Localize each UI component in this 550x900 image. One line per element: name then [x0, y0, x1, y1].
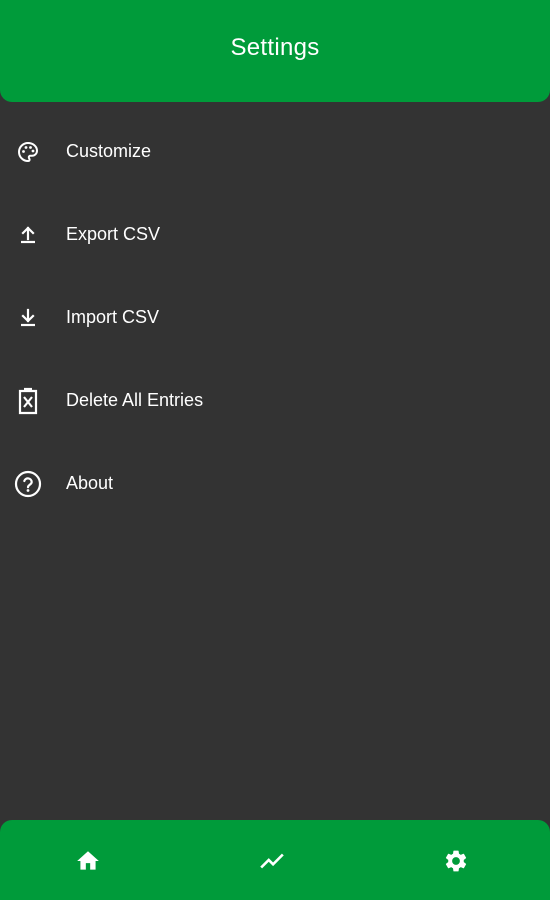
settings-screen: Settings Customize Export CSV Import CSV… [0, 0, 550, 900]
import-csv-item[interactable]: Import CSV [0, 276, 550, 359]
delete-all-entries-label: Delete All Entries [66, 390, 204, 410]
settings-menu: Customize Export CSV Import CSV Delete A… [0, 110, 550, 525]
upload-icon [14, 221, 42, 249]
palette-icon [14, 138, 42, 166]
settings-nav-button[interactable] [443, 848, 469, 874]
download-icon [14, 304, 42, 332]
home-nav-button[interactable] [75, 848, 101, 874]
customize-label: Customize [66, 141, 152, 161]
page-title: Settings [230, 34, 320, 61]
trending-up-icon [260, 853, 284, 869]
export-csv-label: Export CSV [66, 224, 161, 244]
trends-nav-button[interactable] [259, 848, 285, 874]
app-bar: Settings [0, 0, 550, 102]
help-circle-icon [14, 470, 42, 498]
bottom-navigation [0, 820, 550, 900]
home-icon [77, 851, 99, 870]
about-label: About [66, 473, 114, 493]
delete-document-icon [14, 387, 42, 415]
gear-icon [445, 850, 467, 872]
about-item[interactable]: About [0, 442, 550, 525]
import-csv-label: Import CSV [66, 307, 160, 327]
export-csv-item[interactable]: Export CSV [0, 193, 550, 276]
delete-all-entries-item[interactable]: Delete All Entries [0, 359, 550, 442]
customize-item[interactable]: Customize [0, 110, 550, 193]
